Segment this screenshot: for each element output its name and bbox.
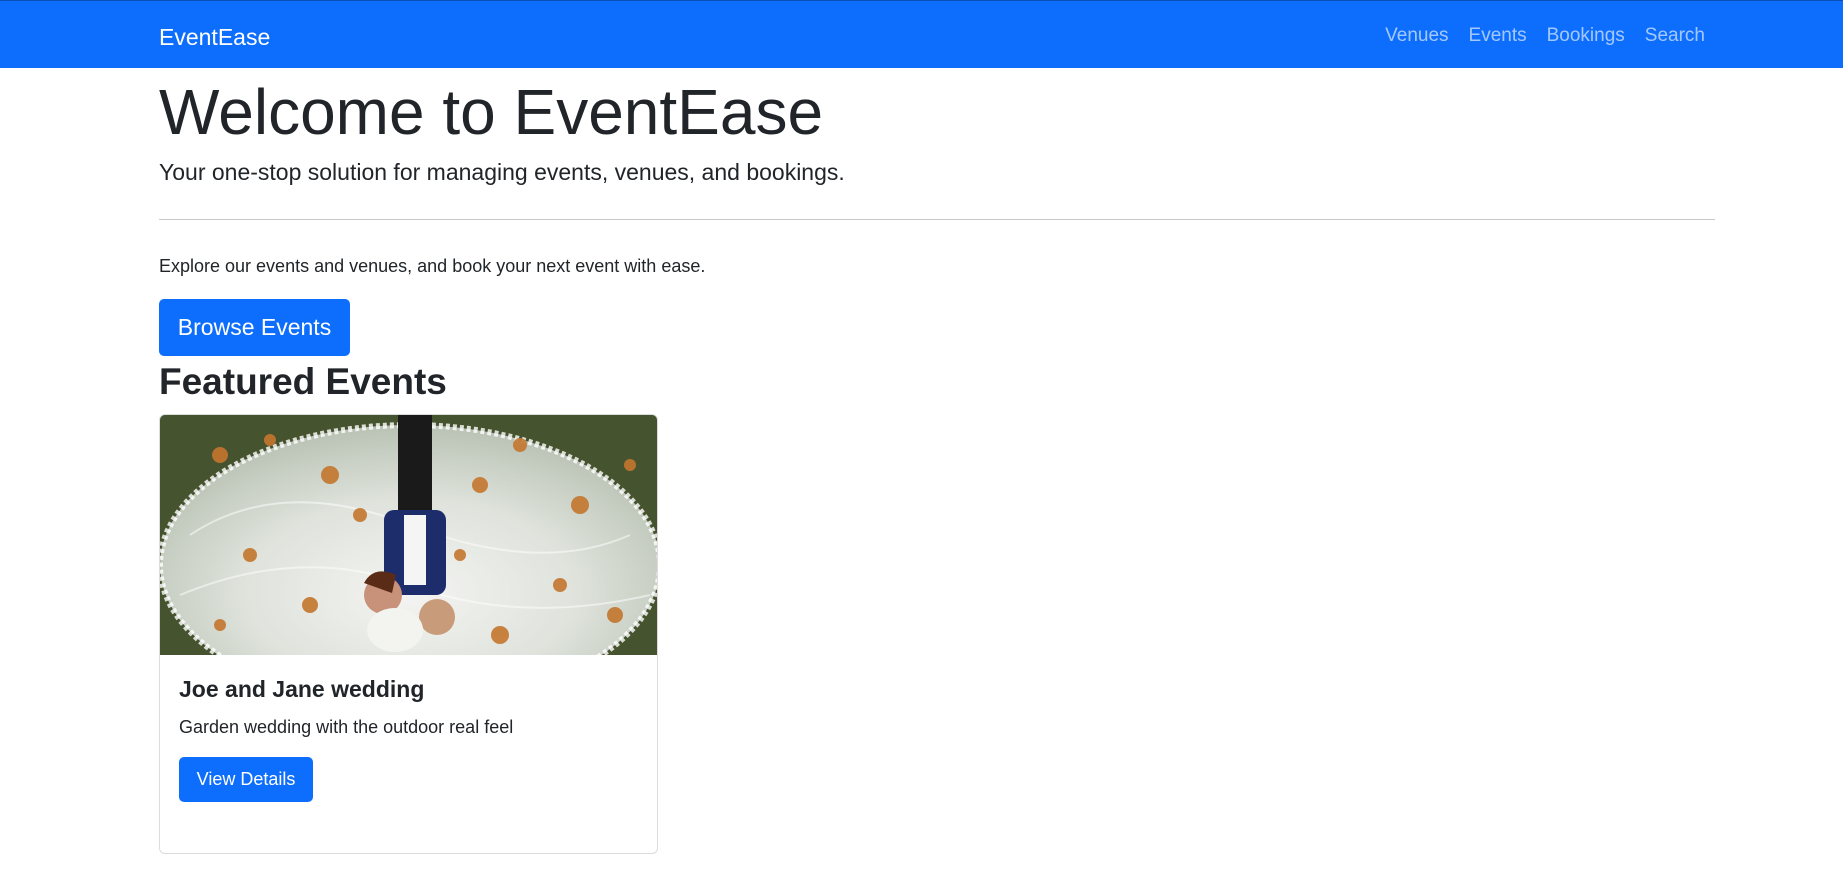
nav-link-events[interactable]: Events	[1469, 23, 1527, 49]
page-title: Welcome to EventEase	[159, 76, 824, 148]
explore-text: Explore our events and venues, and book …	[159, 256, 706, 276]
event-description: Garden wedding with the outdoor real fee…	[179, 717, 514, 737]
main-content: Welcome to EventEase Your one-stop solut…	[159, 68, 1715, 854]
divider	[159, 219, 1715, 220]
view-details-button[interactable]: View Details	[179, 757, 313, 802]
event-title: Joe and Jane wedding	[179, 676, 425, 702]
nav-link-venues[interactable]: Venues	[1385, 23, 1448, 49]
browse-events-button[interactable]: Browse Events	[159, 299, 350, 356]
event-card-body: Joe and Jane wedding Garden wedding with…	[160, 655, 657, 822]
hero-lead: Your one-stop solution for managing even…	[159, 159, 845, 185]
featured-events-heading: Featured Events	[159, 361, 447, 402]
nav-link-search[interactable]: Search	[1645, 23, 1705, 49]
nav-links: Venues Events Bookings Search	[1385, 23, 1705, 49]
event-card: Joe and Jane wedding Garden wedding with…	[159, 414, 658, 854]
wedding-photo	[160, 415, 657, 655]
brand-logo[interactable]: EventEase	[159, 23, 270, 51]
nav-link-bookings[interactable]: Bookings	[1547, 23, 1625, 49]
navbar: EventEase Venues Events Bookings Search	[0, 0, 1843, 68]
